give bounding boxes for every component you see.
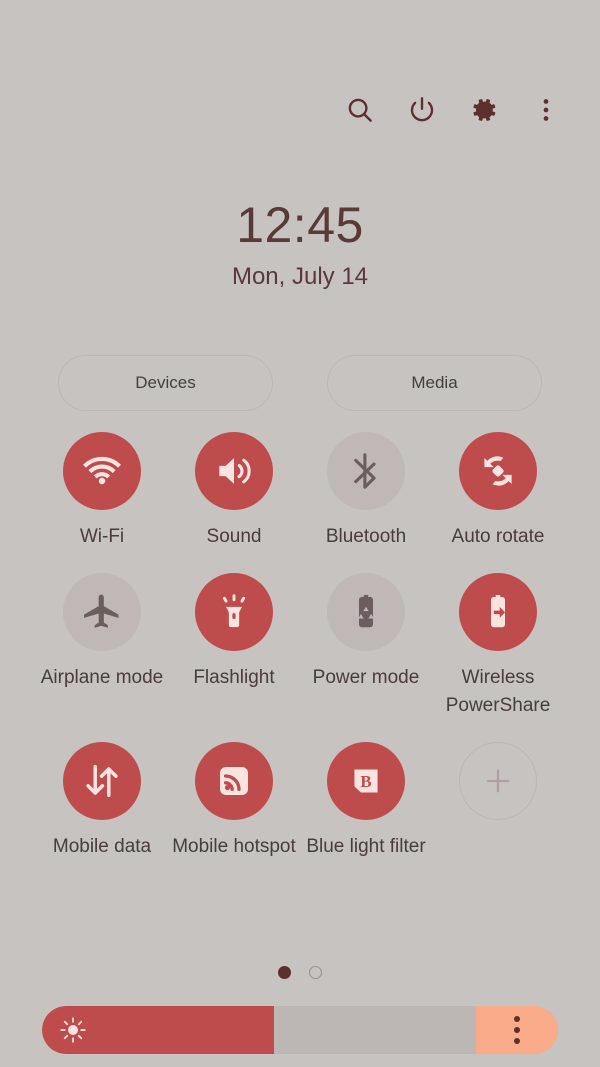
tile-bluetooth[interactable]: Bluetooth: [300, 432, 432, 551]
search-icon[interactable]: [342, 92, 378, 128]
tile-power-mode[interactable]: Power mode: [300, 573, 432, 720]
tile-circle: B: [327, 742, 405, 820]
more-options-icon[interactable]: [528, 92, 564, 128]
tile-wifi[interactable]: Wi-Fi: [36, 432, 168, 551]
media-button[interactable]: Media: [327, 355, 542, 411]
brightness-slider[interactable]: [42, 1006, 558, 1054]
tile-label: Bluetooth: [325, 526, 407, 547]
tile-label: Sound: [206, 526, 262, 547]
tile-circle: [327, 573, 405, 651]
power-icon[interactable]: [404, 92, 440, 128]
tile-wireless-powershare[interactable]: Wireless PowerShare: [432, 573, 564, 720]
tile-circle: [195, 742, 273, 820]
tile-circle: [327, 432, 405, 510]
tile-circle: [459, 432, 537, 510]
tile-flashlight[interactable]: Flashlight: [168, 573, 300, 720]
clock-block: 12:45 Mon, July 14: [0, 196, 600, 292]
tile-sound[interactable]: Sound: [168, 432, 300, 551]
tile-airplane-mode[interactable]: Airplane mode: [36, 573, 168, 720]
tile-label: Wireless PowerShare: [445, 667, 551, 716]
tile-circle: [459, 573, 537, 651]
tile-label: Power mode: [312, 667, 420, 688]
quick-settings-panel: { "theme": { "background": "#c7c3c0", "a…: [0, 0, 600, 1067]
brightness-sun-icon: [58, 1015, 88, 1045]
gear-icon[interactable]: [466, 92, 502, 128]
tile-label: Blue light filter: [306, 836, 426, 857]
tile-label: Airplane mode: [40, 667, 164, 688]
page-dot-1[interactable]: [278, 966, 291, 979]
quick-toggle-grid: Wi-Fi Sound Bluetooth Auto rotate Airpla…: [36, 432, 564, 861]
tile-mobile-data[interactable]: Mobile data: [36, 742, 168, 861]
brightness-options-button[interactable]: [476, 1006, 558, 1054]
tile-circle: [195, 573, 273, 651]
tile-circle: [63, 742, 141, 820]
page-indicator: [0, 966, 600, 979]
tile-label: Mobile data: [52, 836, 152, 857]
tile-circle: [63, 432, 141, 510]
tile-label: Mobile hotspot: [172, 836, 296, 857]
tile-mobile-hotspot[interactable]: Mobile hotspot: [168, 742, 300, 861]
tile-circle: [459, 742, 537, 820]
tile-label: Auto rotate: [451, 526, 545, 547]
tile-circle: [195, 432, 273, 510]
clock-time[interactable]: 12:45: [0, 196, 600, 254]
tile-label: Flashlight: [193, 667, 275, 688]
add-tile-button[interactable]: Add: [432, 742, 564, 820]
page-dot-2[interactable]: [309, 966, 322, 979]
devices-button[interactable]: Devices: [58, 355, 273, 411]
clock-date[interactable]: Mon, July 14: [0, 262, 600, 292]
tile-auto-rotate[interactable]: Auto rotate: [432, 432, 564, 551]
svg-text:B: B: [360, 772, 371, 791]
top-icon-bar: [342, 92, 564, 128]
tile-label: Wi-Fi: [79, 526, 125, 547]
shortcut-pill-row: Devices Media: [58, 355, 542, 411]
tile-circle: [63, 573, 141, 651]
more-options-icon: [514, 1016, 520, 1044]
tile-blue-light-filter[interactable]: B Blue light filter: [300, 742, 432, 861]
